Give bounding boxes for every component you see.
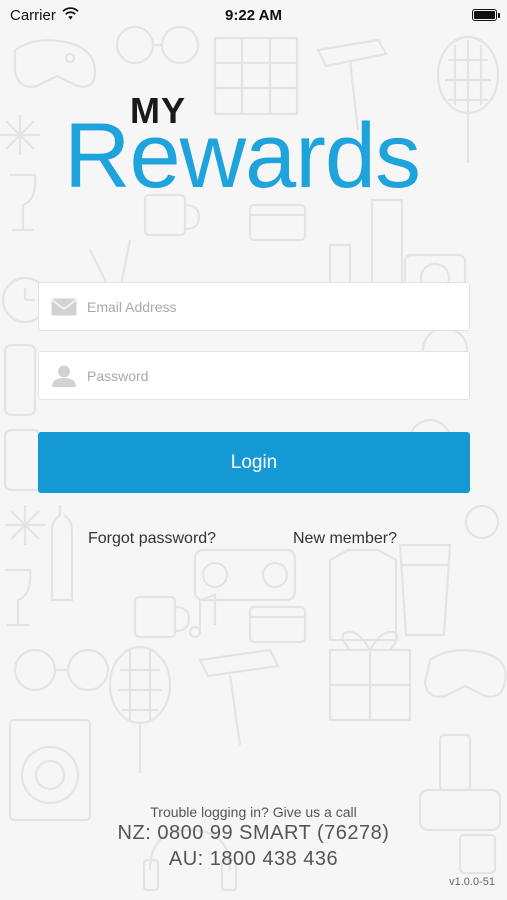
- carrier-label: Carrier: [10, 6, 56, 24]
- au-phone-number[interactable]: AU: 1800 438 436: [0, 848, 507, 871]
- email-field[interactable]: [38, 282, 470, 331]
- battery-icon: [472, 9, 500, 21]
- nz-phone-number[interactable]: NZ: 0800 99 SMART (76278): [0, 822, 507, 845]
- new-member-link[interactable]: New member?: [293, 530, 397, 548]
- version-label: v1.0.0-51: [449, 876, 495, 888]
- password-field[interactable]: [38, 351, 470, 400]
- user-icon: [51, 365, 77, 387]
- envelope-icon: [51, 296, 77, 318]
- status-left: Carrier: [10, 7, 79, 24]
- forgot-password-link[interactable]: Forgot password?: [88, 530, 216, 548]
- password-input[interactable]: [87, 352, 469, 399]
- status-bar: Carrier 9:22 AM: [0, 0, 507, 30]
- login-screen: Carrier 9:22 AM MY Rewards Email Address…: [0, 0, 507, 900]
- login-button[interactable]: Login: [38, 432, 470, 493]
- email-input[interactable]: [87, 283, 469, 330]
- logo-rewards-text: Rewards: [64, 105, 421, 207]
- trouble-text: Trouble logging in? Give us a call: [150, 804, 357, 820]
- wifi-icon: [62, 6, 79, 24]
